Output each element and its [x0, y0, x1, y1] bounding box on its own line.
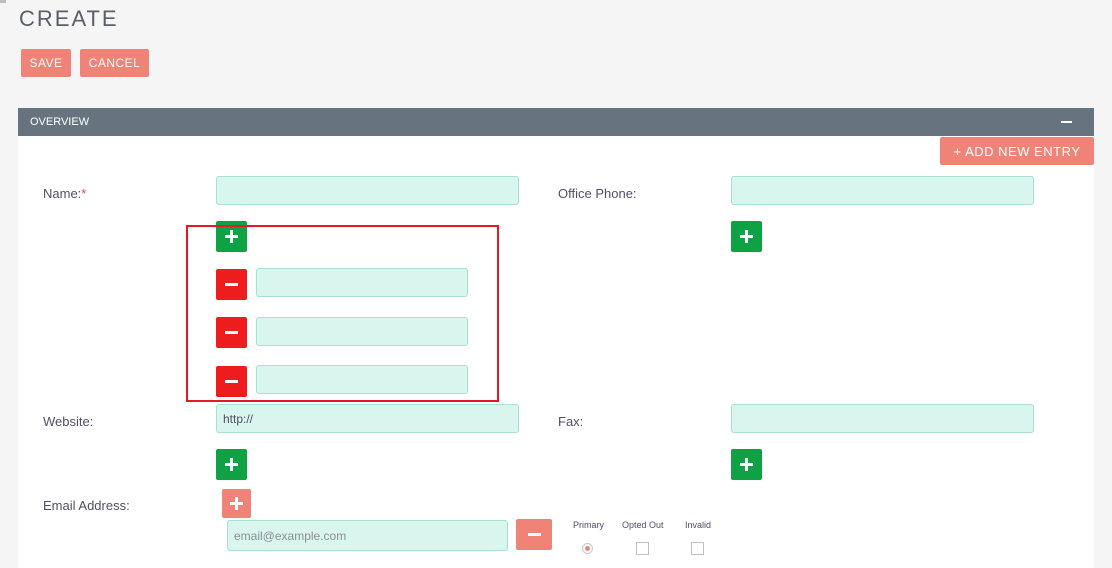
- opted-out-label: Opted Out: [622, 520, 664, 530]
- plus-icon: [740, 230, 753, 243]
- add-email-button[interactable]: [222, 489, 251, 518]
- fax-input[interactable]: [731, 404, 1034, 433]
- office-phone-input[interactable]: [731, 176, 1034, 205]
- office-phone-label: Office Phone:: [558, 186, 637, 201]
- radio-selected-dot: [585, 546, 590, 551]
- remove-email-button[interactable]: [516, 519, 552, 550]
- remove-name-button[interactable]: [216, 317, 247, 348]
- fax-label: Fax:: [558, 414, 584, 429]
- email-label: Email Address:: [43, 498, 130, 513]
- minus-icon: [225, 380, 238, 383]
- name-input[interactable]: [216, 176, 519, 205]
- name-label-wrap: Name:*: [43, 186, 86, 201]
- add-new-entry-button[interactable]: + ADD NEW ENTRY: [940, 137, 1094, 165]
- panel-title: OVERVIEW: [30, 116, 90, 128]
- name-extra-input[interactable]: [256, 365, 468, 394]
- add-fax-button[interactable]: [731, 449, 762, 480]
- plus-icon: [225, 458, 238, 471]
- website-input[interactable]: [216, 404, 519, 433]
- add-phone-button[interactable]: [731, 221, 762, 252]
- minus-icon: [225, 331, 238, 334]
- primary-label: Primary: [573, 520, 604, 530]
- name-label: Name:: [43, 186, 82, 201]
- add-website-button[interactable]: [216, 449, 247, 480]
- save-button[interactable]: SAVE: [21, 49, 71, 77]
- collapse-minus-icon[interactable]: [1061, 121, 1072, 123]
- cancel-button[interactable]: CANCEL: [80, 49, 149, 77]
- minus-icon: [225, 283, 238, 286]
- opted-out-checkbox[interactable]: [636, 542, 649, 555]
- overview-panel-header[interactable]: OVERVIEW: [18, 108, 1094, 136]
- invalid-checkbox[interactable]: [691, 542, 704, 555]
- primary-radio[interactable]: [582, 543, 593, 554]
- name-extra-input[interactable]: [256, 268, 468, 297]
- invalid-label: Invalid: [685, 520, 712, 530]
- required-marker: *: [81, 186, 87, 201]
- name-extra-input[interactable]: [256, 317, 468, 346]
- remove-name-button[interactable]: [216, 366, 247, 397]
- plus-icon: [230, 497, 243, 510]
- email-input[interactable]: [227, 520, 508, 551]
- plus-icon: [740, 458, 753, 471]
- corner-marker: [0, 0, 6, 3]
- minus-icon: [527, 533, 541, 536]
- website-label: Website:: [43, 414, 94, 429]
- remove-name-button[interactable]: [216, 269, 247, 300]
- page-title: CREATE: [19, 6, 119, 31]
